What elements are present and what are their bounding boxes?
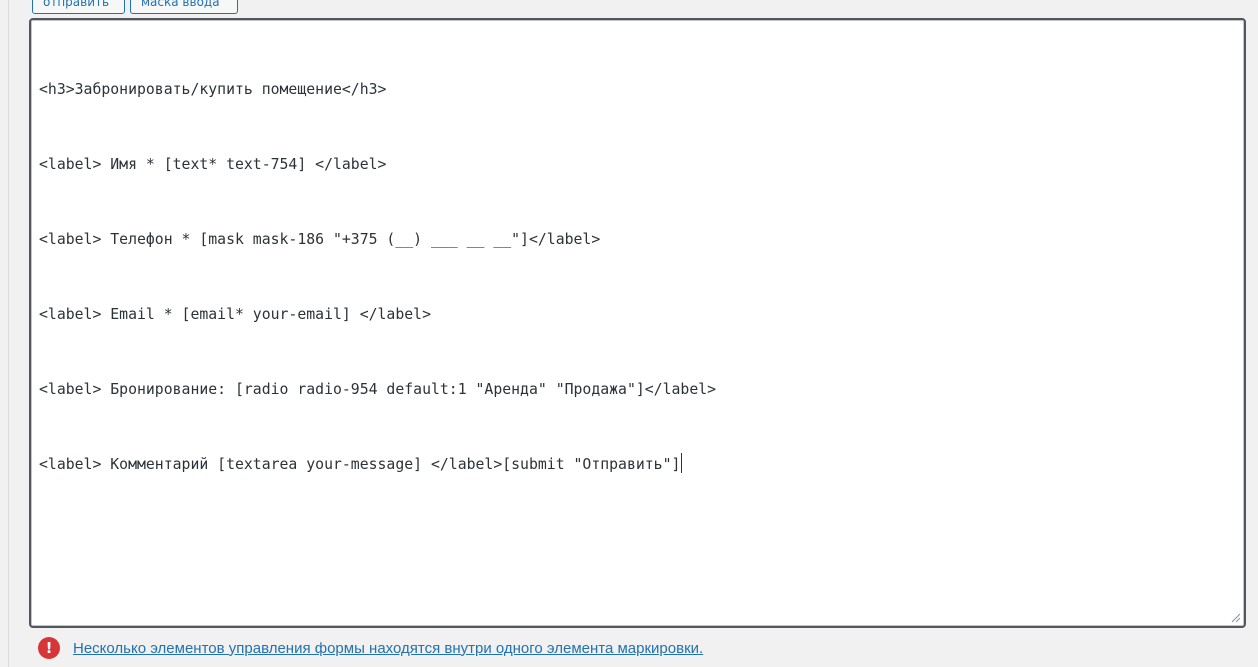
tag-button-submit[interactable]: отправить (32, 0, 125, 14)
code-line: <label> Бронирование: [radio radio-954 d… (39, 381, 717, 398)
code-line: <label> Email * [email* your-email] </la… (39, 306, 431, 323)
code-line: <h3>Забронировать/купить помещение</h3> (39, 81, 387, 98)
code-line-last: <label> Комментарий [textarea your-messa… (39, 452, 1236, 477)
page-left-border (8, 0, 9, 667)
resize-handle-icon[interactable] (1231, 613, 1241, 623)
tag-button-mask[interactable]: маска ввода (130, 0, 238, 14)
code-line-text: <label> Комментарий [textarea your-messa… (39, 456, 681, 473)
text-caret (681, 453, 683, 473)
code-line: <label> Имя * [text* text-754] </label> (39, 156, 387, 173)
form-template-editor[interactable]: <h3>Забронировать/купить помещение</h3> … (29, 18, 1246, 628)
error-icon: ! (38, 637, 60, 659)
form-template-code[interactable]: <h3>Забронировать/купить помещение</h3> … (39, 27, 1236, 527)
code-line: <label> Телефон * [mask mask-186 "+375 (… (39, 231, 601, 248)
config-validation-warning: ! Несколько элементов управления формы н… (38, 637, 703, 659)
warning-link[interactable]: Несколько элементов управления формы нах… (73, 640, 703, 657)
